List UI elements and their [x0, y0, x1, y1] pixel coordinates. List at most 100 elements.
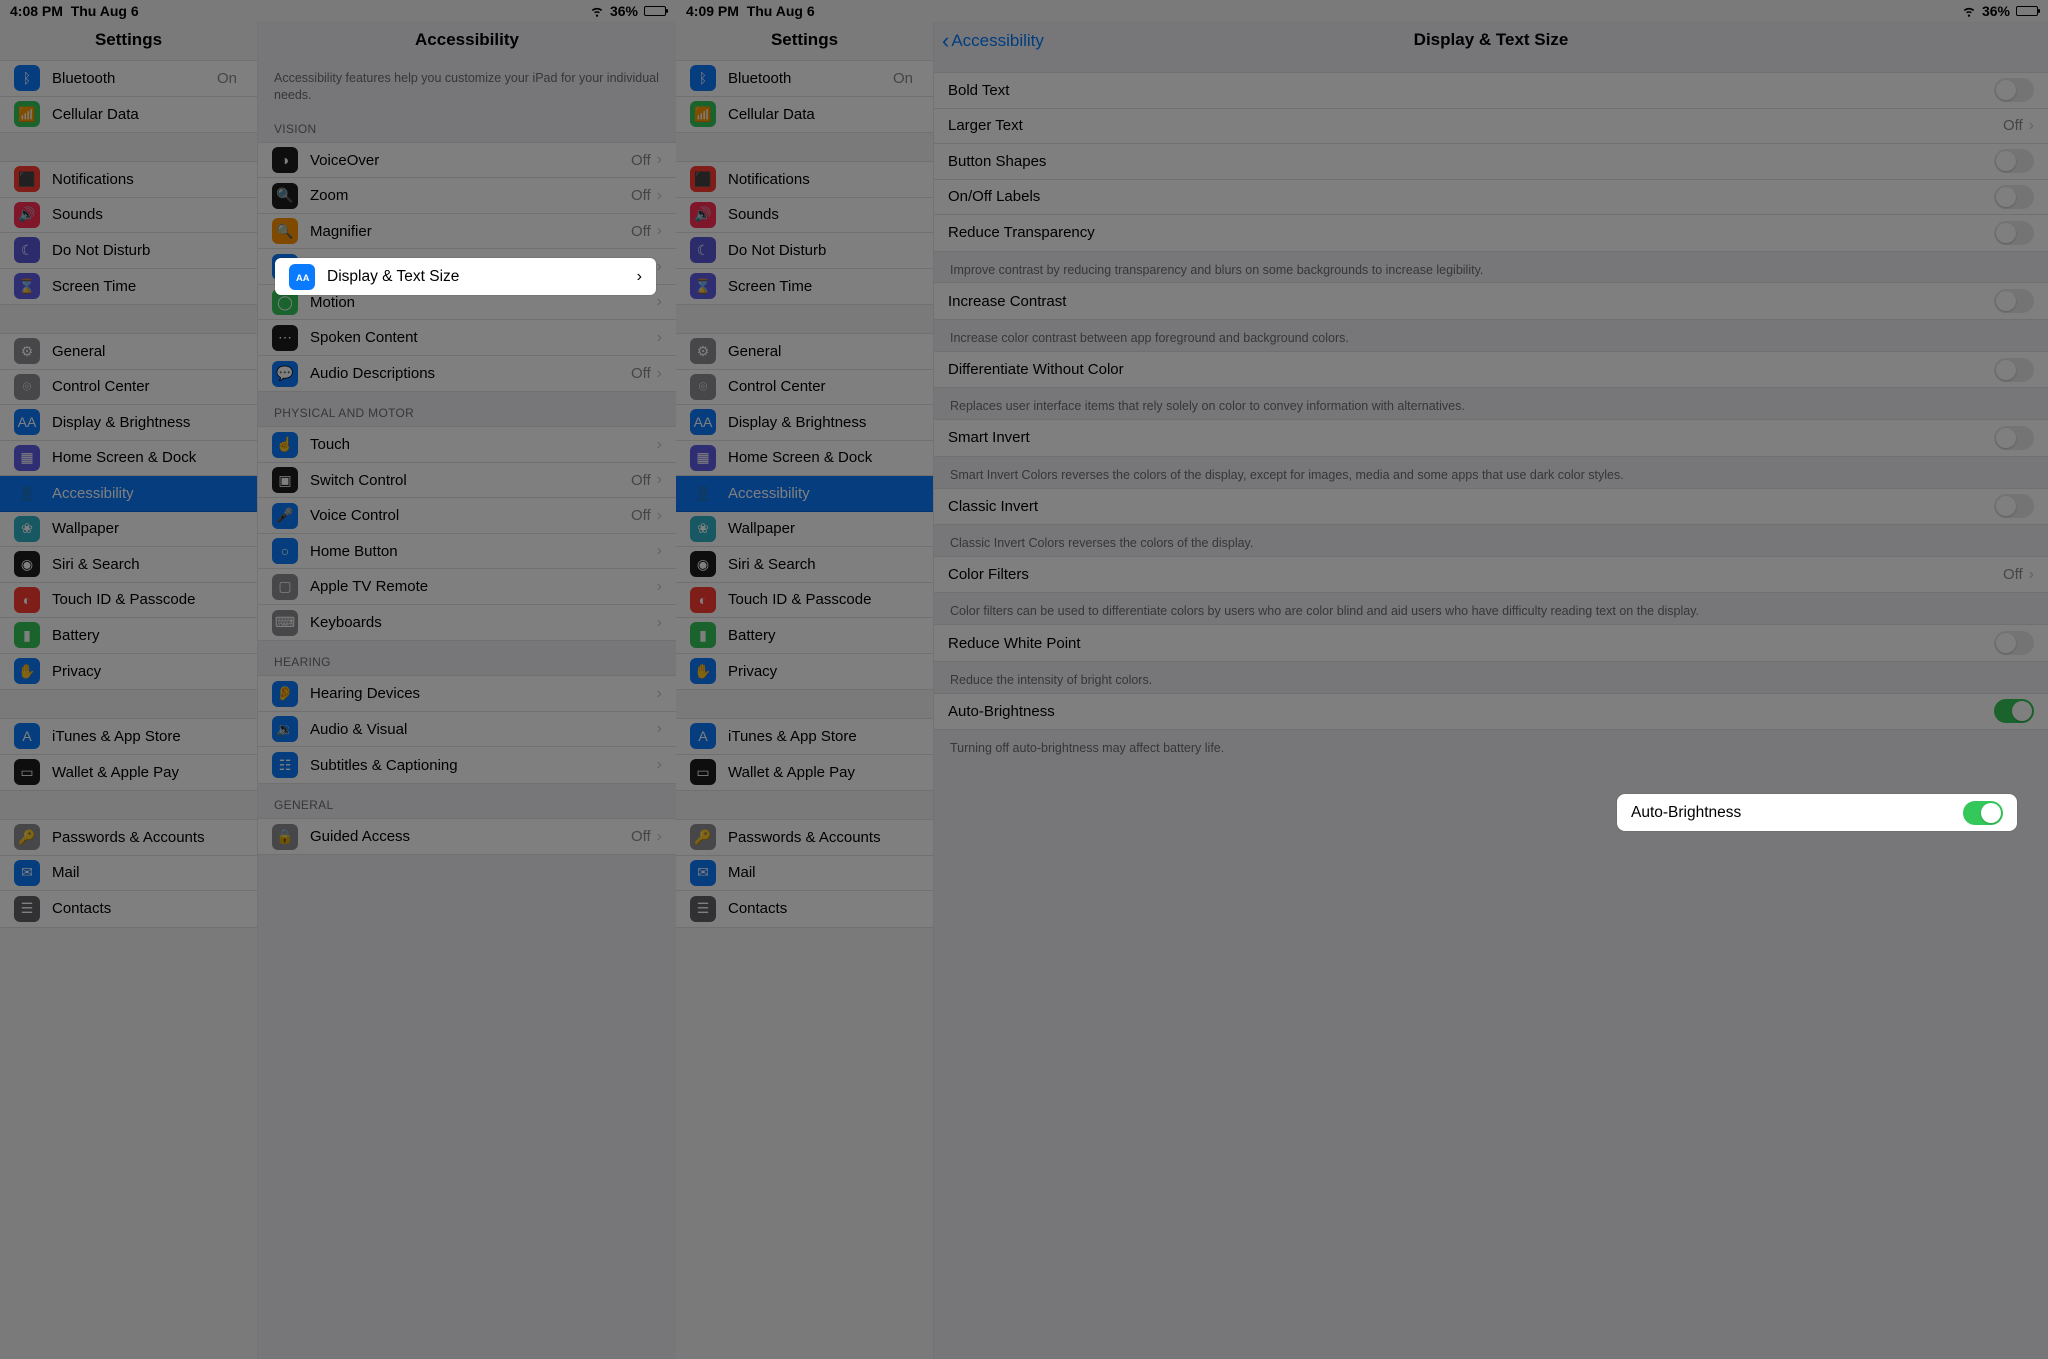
- detail-item-spoken-content[interactable]: ⋯Spoken Content›: [258, 320, 676, 356]
- sidebar-item-battery[interactable]: ▮Battery: [0, 618, 257, 654]
- sidebar-item-screen-time[interactable]: ⌛Screen Time: [0, 269, 257, 305]
- sidebar-item-wallpaper[interactable]: ❀Wallpaper: [676, 512, 933, 548]
- detail-item-guided-access[interactable]: 🔒Guided AccessOff›: [258, 819, 676, 855]
- sidebar-item-do-not-disturb[interactable]: ☾Do Not Disturb: [676, 233, 933, 269]
- spoken-icon: ⋯: [272, 325, 298, 351]
- sidebar-item-privacy[interactable]: ✋Privacy: [0, 654, 257, 690]
- toggle[interactable]: [1994, 699, 2034, 723]
- detail-item-magnifier[interactable]: 🔍MagnifierOff›: [258, 214, 676, 250]
- sidebar-item-control-center[interactable]: ⌾Control Center: [676, 370, 933, 406]
- screentime-icon: ⌛: [690, 273, 716, 299]
- sidebar-item-home-screen-dock[interactable]: ▦Home Screen & Dock: [0, 441, 257, 477]
- detail-item-home-button[interactable]: ○Home Button›: [258, 534, 676, 570]
- back-button[interactable]: ‹Accessibility: [942, 28, 1044, 54]
- sidebar-item-mail[interactable]: ✉Mail: [676, 856, 933, 892]
- detail-item-bold-text[interactable]: Bold Text: [934, 73, 2048, 109]
- detail-item-smart-invert[interactable]: Smart Invert: [934, 420, 2048, 456]
- sidebar-item-sounds[interactable]: 🔊Sounds: [0, 198, 257, 234]
- detail-item-audio-descriptions[interactable]: 💬Audio DescriptionsOff›: [258, 356, 676, 392]
- detail-item-zoom[interactable]: 🔍ZoomOff›: [258, 178, 676, 214]
- detail-item-switch-control[interactable]: ▣Switch ControlOff›: [258, 463, 676, 499]
- detail-item-apple-tv-remote[interactable]: ▢Apple TV Remote›: [258, 569, 676, 605]
- sidebar-item-siri-search[interactable]: ◉Siri & Search: [676, 547, 933, 583]
- sidebar-item-cellular-data[interactable]: 📶Cellular Data: [676, 97, 933, 133]
- sidebar-item-siri-search[interactable]: ◉Siri & Search: [0, 547, 257, 583]
- sidebar-item-notifications[interactable]: ⬛Notifications: [676, 162, 933, 198]
- detail-item-classic-invert[interactable]: Classic Invert: [934, 489, 2048, 525]
- section-header: GENERAL: [258, 784, 676, 818]
- sidebar-item-passwords-accounts[interactable]: 🔑Passwords & Accounts: [676, 820, 933, 856]
- row-label: Wallet & Apple Pay: [728, 764, 919, 781]
- detail-item-voice-control[interactable]: 🎤Voice ControlOff›: [258, 498, 676, 534]
- sidebar-item-itunes-app-store[interactable]: AiTunes & App Store: [0, 719, 257, 755]
- sidebar-item-general[interactable]: ⚙General: [0, 334, 257, 370]
- controlcenter-icon: ⌾: [14, 374, 40, 400]
- toggle[interactable]: [1994, 358, 2034, 382]
- sidebar-item-control-center[interactable]: ⌾ Control Center: [0, 370, 257, 406]
- sidebar-item-notifications[interactable]: ⬛Notifications: [0, 162, 257, 198]
- toggle-auto-brightness[interactable]: [1963, 801, 2003, 825]
- wallpaper-icon: ❀: [14, 516, 40, 542]
- detail-item-reduce-white-point[interactable]: Reduce White Point: [934, 625, 2048, 661]
- chevron-right-icon: ›: [657, 187, 662, 205]
- sidebar-item-sounds[interactable]: 🔊Sounds: [676, 198, 933, 234]
- row-label: Mail: [52, 864, 243, 881]
- sidebar-item-touch-id-passcode[interactable]: ◐Touch ID & Passcode: [676, 583, 933, 619]
- row-label: Screen Time: [52, 278, 243, 295]
- detail-item-hearing-devices[interactable]: 👂Hearing Devices›: [258, 676, 676, 712]
- sidebar-item-mail[interactable]: ✉ Mail: [0, 856, 257, 892]
- sidebar-item-accessibility[interactable]: 👤Accessibility: [676, 476, 933, 512]
- toggle[interactable]: [1994, 289, 2034, 313]
- sidebar-item-accessibility[interactable]: 👤Accessibility: [0, 476, 257, 512]
- toggle[interactable]: [1994, 149, 2034, 173]
- sidebar-item-contacts[interactable]: ☰Contacts: [676, 891, 933, 927]
- statusbar: 4:09 PM Thu Aug 6 36%: [676, 0, 2048, 22]
- touch-icon: ☝: [272, 432, 298, 458]
- sidebar-item-cellular-data[interactable]: 📶Cellular Data: [0, 97, 257, 133]
- toggle[interactable]: [1994, 221, 2034, 245]
- detail-item-voiceover[interactable]: ◑VoiceOverOff›: [258, 143, 676, 179]
- detail-item-reduce-transparency[interactable]: Reduce Transparency: [934, 215, 2048, 251]
- highlight-auto-brightness[interactable]: Auto-Brightness: [1617, 794, 2017, 831]
- sidebar-item-wallpaper[interactable]: ❀Wallpaper: [0, 512, 257, 548]
- sidebar-item-display-brightness[interactable]: AADisplay & Brightness: [0, 405, 257, 441]
- detail-item-on-off-labels[interactable]: On/Off Labels: [934, 180, 2048, 216]
- sidebar-item-display-brightness[interactable]: AADisplay & Brightness: [676, 405, 933, 441]
- detail-item-auto-brightness[interactable]: Auto-Brightness: [934, 694, 2048, 730]
- detail-item-touch[interactable]: ☝Touch›: [258, 427, 676, 463]
- sidebar-item-touch-id-passcode[interactable]: ◐Touch ID & Passcode: [0, 583, 257, 619]
- detail-item-differentiate-without-color[interactable]: Differentiate Without Color: [934, 352, 2048, 388]
- sidebar-item-wallet-apple-pay[interactable]: ▭Wallet & Apple Pay: [0, 755, 257, 791]
- toggle[interactable]: [1994, 494, 2034, 518]
- chevron-right-icon: ›: [657, 685, 662, 703]
- detail-item-increase-contrast[interactable]: Increase Contrast: [934, 283, 2048, 319]
- mail-icon: ✉: [14, 860, 40, 886]
- mail-icon: ✉: [690, 860, 716, 886]
- sidebar-item-contacts[interactable]: ☰Contacts: [0, 891, 257, 927]
- detail-item-larger-text[interactable]: Larger TextOff›: [934, 109, 2048, 145]
- sidebar-item-wallet-apple-pay[interactable]: ▭Wallet & Apple Pay: [676, 755, 933, 791]
- toggle[interactable]: [1994, 78, 2034, 102]
- sidebar-item-itunes-app-store[interactable]: AiTunes & App Store: [676, 719, 933, 755]
- sidebar-item-bluetooth[interactable]: ᛒBluetoothOn: [676, 61, 933, 97]
- detail-item-audio-visual[interactable]: 🔉Audio & Visual›: [258, 712, 676, 748]
- detail-item-button-shapes[interactable]: Button Shapes: [934, 144, 2048, 180]
- detail-item-keyboards[interactable]: ⌨Keyboards›: [258, 605, 676, 641]
- toggle[interactable]: [1994, 185, 2034, 209]
- highlight-display-text-size[interactable]: AA Display & Text Size ›: [275, 258, 656, 295]
- sidebar-item-privacy[interactable]: ✋Privacy: [676, 654, 933, 690]
- toggle[interactable]: [1994, 426, 2034, 450]
- sidebar-item-screen-time[interactable]: ⌛Screen Time: [676, 269, 933, 305]
- sidebar-item-battery[interactable]: ▮Battery: [676, 618, 933, 654]
- sidebar-item-general[interactable]: ⚙General: [676, 334, 933, 370]
- detail-item-subtitles-captioning[interactable]: ☷Subtitles & Captioning›: [258, 747, 676, 783]
- row-label: Contacts: [728, 900, 919, 917]
- toggle[interactable]: [1994, 631, 2034, 655]
- sidebar-item-passwords-accounts[interactable]: 🔑Passwords & Accounts: [0, 820, 257, 856]
- detail-item-color-filters[interactable]: Color FiltersOff›: [934, 557, 2048, 593]
- row-label: Control Center: [52, 378, 243, 395]
- notifications-icon: ⬛: [690, 166, 716, 192]
- sidebar-item-home-screen-dock[interactable]: ▦Home Screen & Dock: [676, 441, 933, 477]
- sidebar-item-do-not-disturb[interactable]: ☾Do Not Disturb: [0, 233, 257, 269]
- sidebar-item-bluetooth[interactable]: ᛒBluetoothOn: [0, 61, 257, 97]
